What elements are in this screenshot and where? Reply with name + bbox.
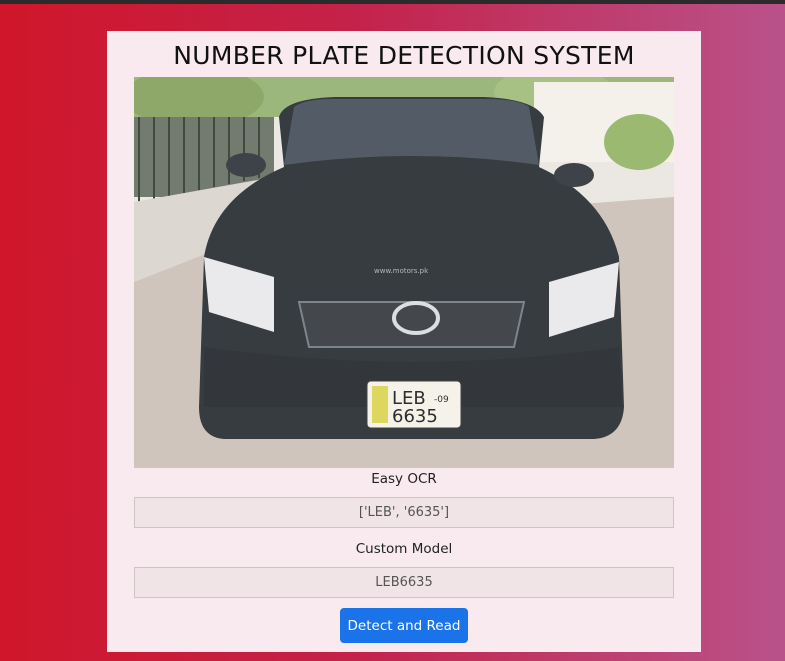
main-card: NUMBER PLATE DETECTION SYSTEM LEB -09 66… bbox=[107, 31, 701, 652]
page-title: NUMBER PLATE DETECTION SYSTEM bbox=[173, 41, 635, 70]
browser-top-bar bbox=[0, 0, 785, 4]
easy-ocr-label: Easy OCR bbox=[371, 471, 437, 487]
custom-model-result-field[interactable] bbox=[134, 567, 674, 598]
car-photo: LEB -09 6635 www.motors.pk bbox=[134, 77, 674, 468]
custom-model-label: Custom Model bbox=[355, 541, 453, 557]
easy-ocr-result-field[interactable] bbox=[134, 497, 674, 528]
detect-and-read-button[interactable]: Detect and Read bbox=[340, 608, 468, 643]
